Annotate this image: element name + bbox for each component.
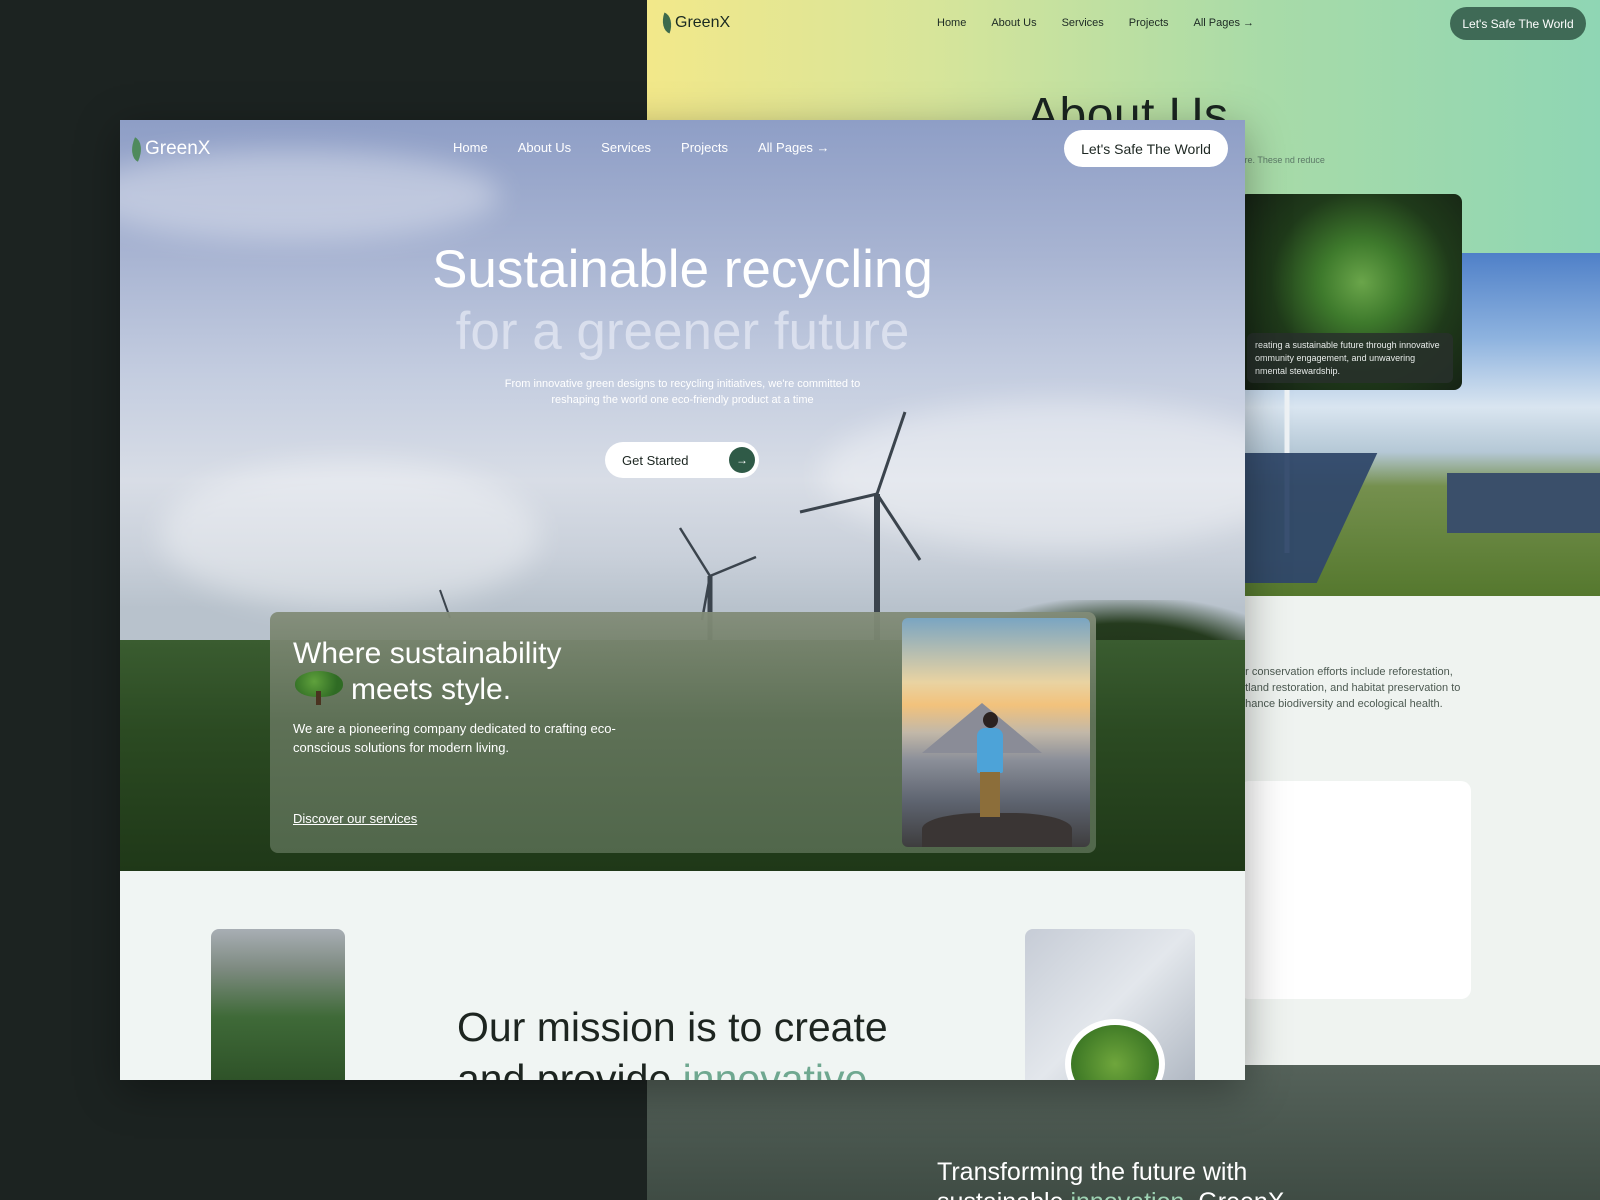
card-title-line2: meets style. [351, 673, 512, 706]
logo[interactable]: GreenX [126, 136, 211, 162]
footer-title-line1: Transforming the future with [937, 1158, 1248, 1186]
about-nav: Home About Us Services Projects All Page… [937, 17, 1254, 29]
home-page-preview: GreenX Home About Us Services Projects A… [120, 120, 1245, 1080]
card-title-line2-row: meets style. [293, 671, 561, 707]
footer-banner-title: Transforming the future with sustainable… [937, 1157, 1284, 1200]
solar-panel-shape [1447, 473, 1600, 533]
nav-home[interactable]: Home [453, 140, 488, 155]
get-started-label: Get Started [622, 452, 689, 468]
about-intro-text: ture. These nd reduce [1237, 155, 1325, 165]
about-logo-text: GreenX [675, 14, 731, 31]
about-nav-home[interactable]: Home [937, 17, 966, 29]
logo-text: GreenX [145, 138, 211, 159]
hiker-photo [902, 618, 1090, 847]
person-shape [977, 728, 1003, 773]
hero-title-line2: for a greener future [455, 302, 910, 361]
mission-title-accent: innovative [682, 1056, 868, 1080]
discover-services-link[interactable]: Discover our services [293, 811, 417, 826]
nav-projects[interactable]: Projects [681, 140, 728, 155]
about-cta-button[interactable]: Let's Safe The World [1450, 7, 1586, 40]
leaf-icon [126, 136, 147, 162]
mission-title-plain: and provide [457, 1056, 683, 1080]
mission-title-line1: Our mission is to create [457, 1004, 888, 1050]
sustainability-card: Where sustainability meets style. We are… [270, 612, 1096, 853]
about-nav-about[interactable]: About Us [991, 17, 1036, 29]
conservation-text: ur conservation efforts include reforest… [1239, 666, 1461, 710]
hero-title-line1: Sustainable recycling [432, 240, 933, 299]
nav-services[interactable]: Services [601, 140, 651, 155]
green-atrium-shape [1065, 1019, 1165, 1080]
card-title-line1: Where sustainability [293, 637, 562, 670]
safe-the-world-button[interactable]: Let's Safe The World [1064, 130, 1228, 167]
nav-all-pages[interactable]: All Pages → [758, 140, 830, 155]
about-nav-projects[interactable]: Projects [1129, 17, 1169, 29]
mission-section: Our mission is to create and provide inn… [120, 871, 1245, 1080]
mission-title: Our mission is to create and provide inn… [457, 1001, 888, 1080]
mission-title-line2: and provide innovative [457, 1053, 888, 1080]
tree-trunk-shape [316, 691, 321, 705]
card-title: Where sustainability meets style. [293, 636, 561, 707]
card-description: We are a pioneering company dedicated to… [293, 721, 616, 755]
hero-subtitle: From innovative green designs to recycli… [504, 378, 861, 406]
about-nav-services[interactable]: Services [1062, 17, 1104, 29]
person-shape [980, 772, 1000, 817]
jungle-photo [211, 929, 345, 1080]
plant-card-text: reating a sustainable future through inn… [1247, 333, 1453, 383]
footer-title-line2: sustainable innovation, GreenX [937, 1187, 1284, 1200]
footer-title-accent: innovation [1070, 1188, 1184, 1200]
main-nav: Home About Us Services Projects All Page… [453, 140, 830, 155]
person-shape [983, 712, 998, 728]
leaf-icon [658, 12, 676, 34]
nav-about-us[interactable]: About Us [518, 140, 571, 155]
about-footer-banner: Transforming the future with sustainable… [647, 1065, 1600, 1200]
about-nav-all-pages[interactable]: All Pages → [1194, 17, 1255, 29]
footer-title-end: , GreenX [1184, 1188, 1284, 1200]
get-started-button[interactable]: Get Started → [605, 442, 759, 478]
about-logo[interactable]: GreenX [658, 12, 731, 34]
about-card [1239, 781, 1471, 999]
architecture-photo [1025, 929, 1195, 1080]
arrow-right-icon: → [729, 447, 755, 473]
rock-shape [922, 813, 1072, 847]
tree-icon [293, 671, 345, 705]
footer-title-plain: sustainable [937, 1188, 1070, 1200]
hero-section: GreenX Home About Us Services Projects A… [120, 120, 1245, 871]
